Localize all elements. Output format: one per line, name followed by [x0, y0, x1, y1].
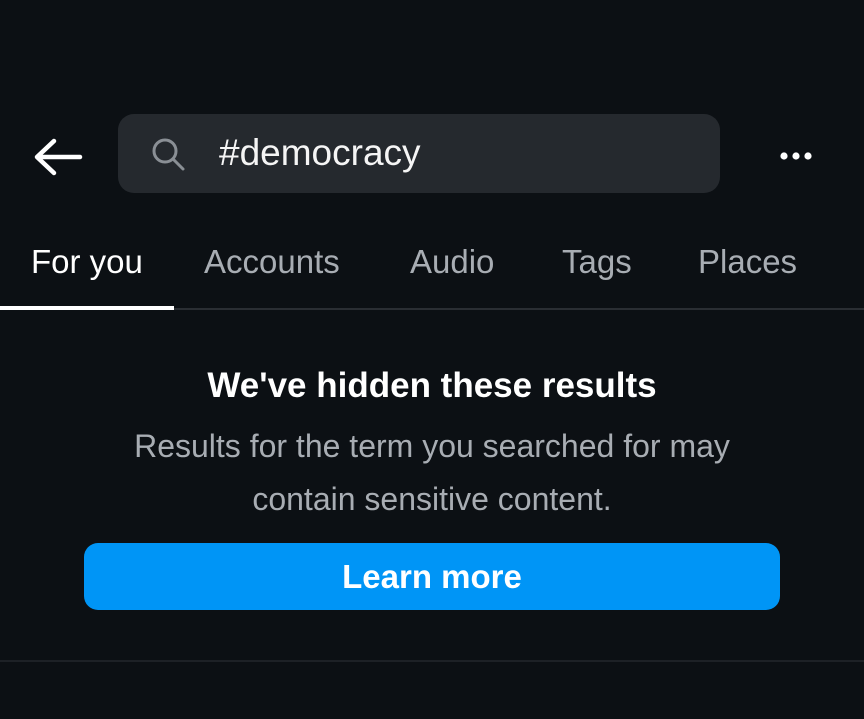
section-divider — [0, 660, 864, 662]
hidden-results-notice: We've hidden these results Results for t… — [0, 362, 864, 526]
more-horizontal-icon — [780, 152, 812, 160]
search-input[interactable]: #democracy — [118, 114, 720, 193]
notice-description: Results for the term you searched for ma… — [134, 428, 730, 517]
tab-places[interactable]: Places — [698, 238, 797, 286]
learn-more-button[interactable]: Learn more — [84, 543, 780, 610]
arrow-left-icon — [34, 138, 83, 176]
search-query-text: #democracy — [219, 132, 421, 173]
active-tab-indicator — [0, 306, 174, 310]
search-icon — [152, 138, 185, 171]
tab-accounts[interactable]: Accounts — [204, 238, 340, 286]
tab-for-you[interactable]: For you — [31, 238, 143, 286]
search-header: #democracy — [0, 114, 864, 194]
back-button[interactable] — [30, 134, 86, 180]
search-tabs: For you Accounts Audio Tags Places — [0, 222, 864, 310]
more-options-button[interactable] — [770, 138, 822, 174]
search-results-screen: #democracy For you Accounts Audio Tags P… — [0, 0, 864, 719]
tab-audio[interactable]: Audio — [410, 238, 494, 286]
notice-title: We've hidden these results — [207, 366, 657, 405]
tab-tags[interactable]: Tags — [562, 238, 632, 286]
